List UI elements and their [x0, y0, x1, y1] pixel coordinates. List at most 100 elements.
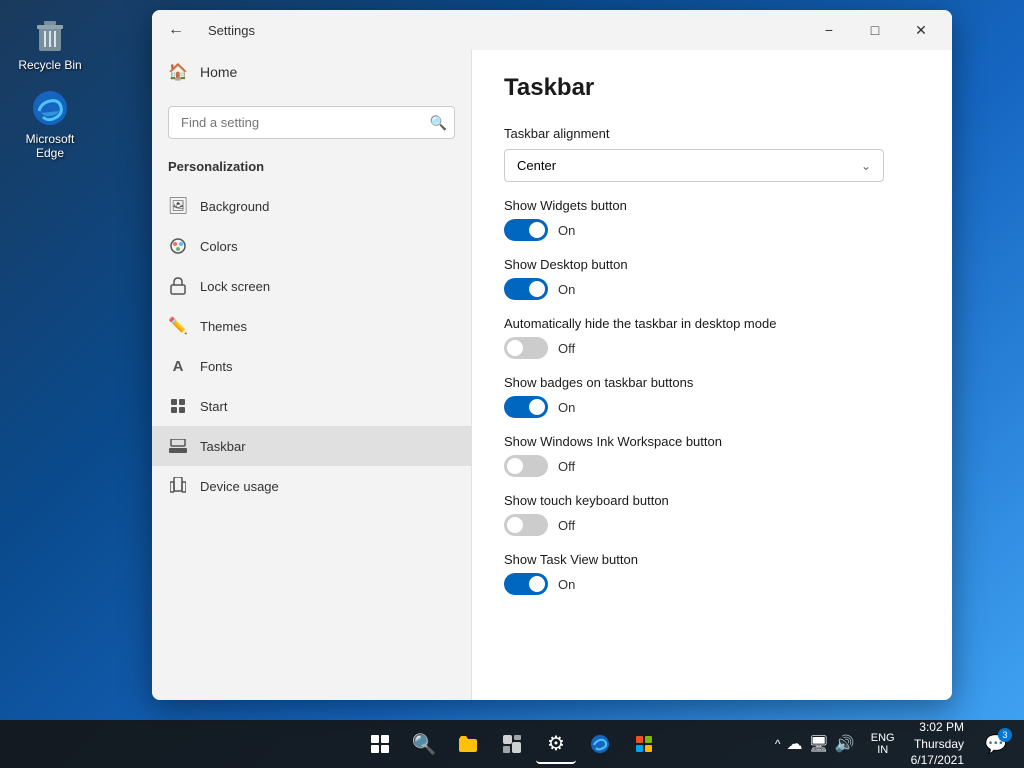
show-widgets-state: On: [558, 223, 575, 238]
nav-item-home[interactable]: 🏠 Home: [152, 50, 471, 94]
nav-item-lock-screen-label: Lock screen: [200, 279, 270, 294]
settings-nav: 🏠 Home 🔍 Personalization 🖼 Background: [152, 50, 472, 700]
taskbar-center: 🔍 ⚙: [360, 724, 664, 764]
title-bar-controls: − □ ✕: [806, 14, 944, 46]
nav-item-fonts-label: Fonts: [200, 359, 233, 374]
show-desktop-row: Show Desktop button On: [504, 257, 920, 300]
taskbar-widgets-button[interactable]: [492, 724, 532, 764]
nav-item-themes-label: Themes: [200, 319, 247, 334]
microsoft-edge-label: MicrosoftEdge: [26, 132, 75, 160]
lock-screen-icon: [168, 276, 188, 296]
tray-chevron[interactable]: ^: [775, 737, 781, 751]
tray-display[interactable]: 🖥: [809, 734, 829, 754]
taskbar-store-button[interactable]: [624, 724, 664, 764]
minimize-button[interactable]: −: [806, 14, 852, 46]
dropdown-arrow-icon: ⌄: [861, 159, 871, 173]
start-icon: [168, 396, 188, 416]
show-badges-state: On: [558, 400, 575, 415]
auto-hide-label: Automatically hide the taskbar in deskto…: [504, 316, 920, 331]
show-widgets-toggle[interactable]: [504, 219, 548, 241]
show-badges-toggle[interactable]: [504, 396, 548, 418]
show-widgets-row: Show Widgets button On: [504, 198, 920, 241]
microsoft-edge-image: [30, 88, 70, 128]
toggle-knob: [507, 458, 523, 474]
task-view-toggle[interactable]: [504, 573, 548, 595]
touch-keyboard-toggle[interactable]: [504, 514, 548, 536]
recycle-bin-image: [30, 14, 70, 54]
touch-keyboard-state: Off: [558, 518, 575, 533]
toggle-knob: [507, 517, 523, 533]
nav-item-taskbar-label: Taskbar: [200, 439, 246, 454]
taskbar-clock[interactable]: 3:02 PM Thursday 6/17/2021: [903, 719, 972, 769]
search-box: 🔍: [168, 106, 455, 139]
nav-item-taskbar[interactable]: Taskbar: [152, 426, 471, 466]
device-usage-icon: [168, 476, 188, 496]
desktop-icons: Recycle Bin MicrosoftEdge: [10, 10, 90, 164]
show-desktop-state: On: [558, 282, 575, 297]
show-badges-row: Show badges on taskbar buttons On: [504, 375, 920, 418]
nav-item-device-usage-label: Device usage: [200, 479, 279, 494]
show-badges-toggle-group: On: [504, 396, 920, 418]
task-view-row: Show Task View button On: [504, 552, 920, 595]
taskbar-start-button[interactable]: [360, 724, 400, 764]
nav-item-fonts[interactable]: A Fonts: [152, 346, 471, 386]
taskbar-alignment-dropdown[interactable]: Center ⌄: [504, 149, 884, 182]
taskbar-search-button[interactable]: 🔍: [404, 724, 444, 764]
touch-keyboard-row: Show touch keyboard button Off: [504, 493, 920, 536]
search-icon[interactable]: 🔍: [430, 114, 447, 131]
tray-cloud[interactable]: ☁: [787, 734, 803, 754]
desktop: Recycle Bin MicrosoftEdge ← Settings − □: [0, 0, 1024, 768]
auto-hide-toggle-group: Off: [504, 337, 920, 359]
back-button[interactable]: ←: [160, 14, 192, 46]
windows-ink-row: Show Windows Ink Workspace button Off: [504, 434, 920, 477]
toggle-knob: [507, 340, 523, 356]
nav-item-background[interactable]: 🖼 Background: [152, 186, 471, 226]
home-icon: 🏠: [168, 62, 188, 82]
background-icon: 🖼: [168, 196, 188, 216]
task-view-state: On: [558, 577, 575, 592]
maximize-button[interactable]: □: [852, 14, 898, 46]
taskbar-nav-icon: [168, 436, 188, 456]
tray-volume[interactable]: 🔊: [835, 734, 855, 754]
settings-content: Taskbar Taskbar alignment Center ⌄ Show …: [472, 50, 952, 700]
settings-body: 🏠 Home 🔍 Personalization 🖼 Background: [152, 50, 952, 700]
taskbar-settings-button[interactable]: ⚙: [536, 724, 576, 764]
nav-item-themes[interactable]: ✏️ Themes: [152, 306, 471, 346]
windows-ink-toggle[interactable]: [504, 455, 548, 477]
nav-item-start[interactable]: Start: [152, 386, 471, 426]
toggle-knob: [529, 576, 545, 592]
touch-keyboard-label: Show touch keyboard button: [504, 493, 920, 508]
page-title: Taskbar: [504, 74, 920, 102]
taskbar-alignment-group: Taskbar alignment Center ⌄: [504, 126, 920, 182]
nav-item-lock-screen[interactable]: Lock screen: [152, 266, 471, 306]
task-view-toggle-group: On: [504, 573, 920, 595]
tray-language[interactable]: ENGIN: [867, 732, 899, 756]
search-input[interactable]: [168, 106, 455, 139]
colors-icon: [168, 236, 188, 256]
microsoft-edge-icon[interactable]: MicrosoftEdge: [10, 84, 90, 164]
taskbar-notification-button[interactable]: 💬 3: [976, 724, 1016, 764]
task-view-label: Show Task View button: [504, 552, 920, 567]
recycle-bin-icon[interactable]: Recycle Bin: [10, 10, 90, 76]
personalization-header: Personalization: [152, 151, 471, 186]
taskbar: 🔍 ⚙: [0, 720, 1024, 768]
show-widgets-toggle-group: On: [504, 219, 920, 241]
taskbar-edge-button[interactable]: [580, 724, 620, 764]
windows-ink-state: Off: [558, 459, 575, 474]
show-badges-label: Show badges on taskbar buttons: [504, 375, 920, 390]
close-button[interactable]: ✕: [898, 14, 944, 46]
clock-time: 3:02 PM: [911, 719, 964, 736]
nav-item-colors[interactable]: Colors: [152, 226, 471, 266]
clock-date: Thursday: [911, 736, 964, 753]
show-desktop-toggle[interactable]: [504, 278, 548, 300]
auto-hide-toggle[interactable]: [504, 337, 548, 359]
toggle-knob: [529, 222, 545, 238]
windows-ink-label: Show Windows Ink Workspace button: [504, 434, 920, 449]
auto-hide-state: Off: [558, 341, 575, 356]
nav-item-colors-label: Colors: [200, 239, 238, 254]
taskbar-file-explorer-button[interactable]: [448, 724, 488, 764]
nav-item-device-usage[interactable]: Device usage: [152, 466, 471, 506]
taskbar-right: ^ ☁ 🖥 🔊 ENGIN 3:02 PM Thursday 6/17/2021…: [767, 719, 1016, 769]
nav-item-start-label: Start: [200, 399, 227, 414]
auto-hide-row: Automatically hide the taskbar in deskto…: [504, 316, 920, 359]
